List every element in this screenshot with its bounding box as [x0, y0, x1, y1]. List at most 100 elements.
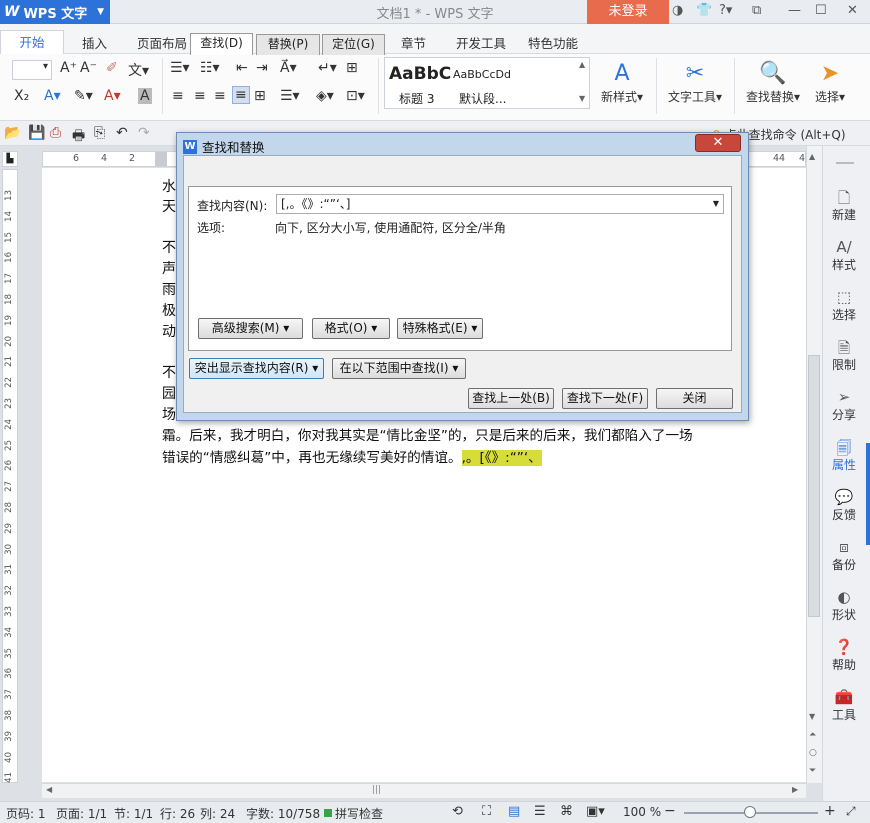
highlight-results-button[interactable]: 突出显示查找内容(R) ▾ — [189, 358, 324, 379]
numbered-list-icon[interactable]: ☷▾ — [200, 60, 220, 76]
border-icon[interactable]: ⊡▾ — [346, 88, 365, 104]
tab-goto[interactable]: 定位(G) — [322, 34, 385, 55]
skin-icon[interactable]: ◑ — [672, 3, 683, 18]
vertical-ruler[interactable]: 13 14 15 16 17 18 19 20 21 22 23 24 25 26 27 28 29 30 31 32… — [2, 169, 18, 783]
scroll-up-icon[interactable]: ▲ — [579, 60, 585, 69]
grow-font-icon[interactable]: A⁺ — [60, 60, 77, 76]
text-size-icon[interactable]: A⃗▾ — [280, 60, 297, 76]
restore-window-icon[interactable]: ⧉ — [752, 3, 761, 18]
dialog-close-button[interactable]: ✕ — [695, 134, 741, 152]
tab-start[interactable]: 开始 — [0, 30, 64, 55]
side-backup[interactable]: ⧈ 备份 — [822, 538, 866, 573]
zoom-thumb[interactable] — [744, 806, 756, 818]
tab-replace[interactable]: 替换(P) — [256, 34, 320, 55]
text-tools-button[interactable]: ✂ 文字工具▾ — [664, 60, 726, 105]
pdf-icon[interactable]: ⎙ — [50, 125, 61, 141]
side-tools[interactable]: 🧰 工具 — [822, 688, 866, 723]
redo-icon[interactable]: ↷ — [138, 125, 150, 141]
web-view-icon[interactable]: ⌘ — [560, 804, 573, 819]
justify-icon[interactable]: ≡ — [232, 86, 250, 104]
expand-icon[interactable]: ▼ — [579, 94, 585, 103]
save-icon[interactable]: 💾 — [28, 125, 45, 141]
tab-insert[interactable]: 插入 — [82, 33, 107, 52]
advanced-search-button[interactable]: 高级搜索(M) ▾ — [198, 318, 303, 339]
tab-chapter[interactable]: 章节 — [401, 33, 426, 52]
style-default[interactable]: 默认段... — [459, 90, 506, 107]
align-right-icon[interactable]: ≡ — [214, 88, 226, 104]
distribute-icon[interactable]: ⊞ — [254, 88, 266, 104]
phonetic-icon[interactable]: 文▾ — [128, 60, 149, 80]
scroll-right-arrow[interactable]: ▶ — [792, 785, 798, 794]
history-icon[interactable]: ⟲ — [452, 804, 463, 819]
new-style-button[interactable]: A 新样式▾ — [596, 60, 648, 105]
page-view-icon[interactable]: ▤ — [508, 804, 520, 819]
increase-indent-icon[interactable]: ⇥ — [256, 60, 268, 76]
dialog-title-bar[interactable]: W 查找和替换 — [183, 137, 265, 156]
find-replace-button[interactable]: 🔍 查找替换▾ — [742, 60, 804, 105]
special-format-button[interactable]: 特殊格式(E) ▾ — [397, 318, 483, 339]
login-button[interactable]: 未登录 — [587, 0, 669, 24]
char-shading-icon[interactable]: A — [138, 88, 152, 104]
help-icon[interactable]: ?▾ — [719, 3, 732, 18]
close-window-icon[interactable]: ✕ — [847, 3, 858, 18]
chevron-down-icon[interactable]: ▼ — [713, 195, 719, 213]
side-style[interactable]: A/样式 — [822, 238, 866, 273]
side-properties[interactable]: 🗐 属性 — [822, 438, 866, 473]
ruler-corner[interactable]: ▙ — [2, 151, 18, 167]
preview-icon[interactable]: ⎘ — [94, 125, 105, 141]
side-shape[interactable]: ◐ 形状 — [822, 588, 866, 623]
find-previous-button[interactable]: 查找上一处(B) — [468, 388, 554, 409]
tab-features[interactable]: 特色功能 — [528, 33, 578, 52]
fit-page-icon[interactable]: ⤢ — [846, 804, 856, 819]
scroll-grip[interactable]: ||| — [372, 785, 381, 795]
align-center-icon[interactable]: ≡ — [194, 88, 206, 104]
tab-find[interactable]: 查找(D) — [190, 33, 253, 55]
vertical-scroll-thumb[interactable] — [808, 355, 820, 617]
search-scope-button[interactable]: 在以下范围中查找(I) ▾ — [332, 358, 466, 379]
outline-view-icon[interactable]: ☰ — [534, 804, 546, 819]
zoom-out-icon[interactable]: − — [664, 803, 676, 819]
text-effect-icon[interactable]: A▾ — [44, 88, 61, 104]
table-icon[interactable]: ⊞ — [346, 60, 358, 76]
status-page[interactable]: 页码: 1 — [6, 805, 46, 822]
minimize-icon[interactable]: — — [788, 3, 801, 18]
scroll-left-arrow[interactable]: ◀ — [46, 785, 52, 794]
shirt-icon[interactable]: 👕 — [696, 3, 712, 18]
undo-icon[interactable]: ↶ — [116, 125, 128, 141]
print-icon[interactable]: 🖶 — [72, 125, 85, 149]
prev-page-icon[interactable]: ⏶ — [809, 730, 816, 740]
side-help[interactable]: ❓ 帮助 — [822, 638, 866, 673]
scroll-up-arrow[interactable]: ▲ — [809, 152, 815, 161]
side-feedback[interactable]: 💬 反馈 — [822, 488, 866, 523]
side-share[interactable]: ➢ 分享 — [822, 388, 866, 423]
line-spacing-icon[interactable]: ☰▾ — [280, 88, 300, 104]
format-button[interactable]: 格式(O) ▾ — [312, 318, 390, 339]
line-break-icon[interactable]: ↵▾ — [318, 60, 337, 76]
select-button[interactable]: ➤ 选择▾ — [810, 60, 850, 105]
zoom-in-icon[interactable]: + — [824, 803, 836, 819]
shrink-font-icon[interactable]: A⁻ — [80, 60, 97, 76]
side-restrict[interactable]: 🗎 限制 — [822, 338, 866, 373]
status-spell[interactable]: 拼写检查 — [335, 805, 383, 822]
font-size-select[interactable]: ▾ — [12, 60, 52, 80]
tab-developer[interactable]: 开发工具 — [456, 33, 506, 52]
style-gallery[interactable]: AaBbC AaBbCcDd 标题 3 默认段... ▲ ▼ — [384, 57, 590, 109]
close-button[interactable]: 关闭 — [656, 388, 733, 409]
clear-format-icon[interactable]: ✐ — [106, 60, 118, 76]
side-select[interactable]: ⬚ 选择 — [822, 288, 866, 323]
font-color-icon[interactable]: A▾ — [104, 88, 121, 104]
zoom-level[interactable]: 100 % — [623, 805, 661, 819]
find-input[interactable]: [,。《》:“”‘、] ▼ — [276, 194, 724, 214]
wps-menu-button[interactable]: W WPS 文字 ▼ — [0, 0, 110, 24]
bullet-list-icon[interactable]: ☰▾ — [170, 60, 190, 76]
open-icon[interactable]: 📂 — [4, 125, 21, 141]
decrease-indent-icon[interactable]: ⇤ — [236, 60, 248, 76]
tab-layout[interactable]: 页面布局 — [137, 33, 187, 52]
style-heading3[interactable]: 标题 3 — [399, 90, 434, 107]
fullscreen-icon[interactable]: ⛶ — [482, 804, 491, 819]
scroll-down-arrow[interactable]: ▼ — [809, 712, 815, 721]
align-left-icon[interactable]: ≡ — [172, 88, 184, 104]
side-new[interactable]: 🗋 新建 — [822, 188, 866, 223]
subscript-icon[interactable]: X₂ — [14, 88, 29, 104]
find-next-button[interactable]: 查找下一处(F) — [562, 388, 648, 409]
